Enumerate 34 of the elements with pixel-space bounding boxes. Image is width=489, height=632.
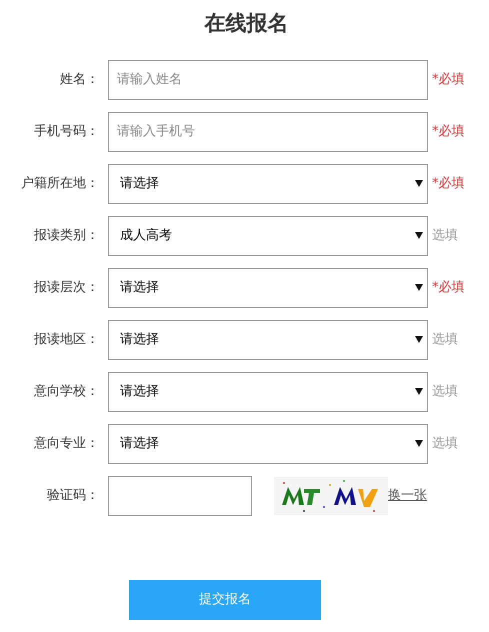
select-field[interactable]: 请选择 [108,268,428,308]
dropdown-arrow-icon [415,180,423,187]
field-hint: 选填 [432,434,458,453]
select-field[interactable]: 请选择 [108,372,428,412]
field-label: 报读类别： [34,226,99,245]
field-label: 验证码： [47,486,99,505]
dropdown-arrow-icon [415,336,423,343]
input-field[interactable] [108,476,252,516]
select-field[interactable]: 请选择 [108,320,428,360]
select-field[interactable]: 成人高考 [108,216,428,256]
field-label: 报读层次： [34,278,99,297]
input-field[interactable]: 请输入姓名 [108,60,428,100]
field-label: 户籍所在地： [21,174,99,193]
field-hint: *必填 [432,278,464,297]
field-hint: *必填 [432,174,464,193]
field-label: 姓名： [60,70,99,89]
input-field[interactable]: 请输入手机号 [108,112,428,152]
field-hint: 选填 [432,382,458,401]
field-hint: *必填 [432,70,464,89]
select-field[interactable]: 请选择 [108,424,428,464]
dropdown-arrow-icon [415,232,423,239]
refresh-captcha-link[interactable]: 换一张 [388,486,427,506]
select-field[interactable]: 请选择 [108,164,428,204]
field-label: 报读地区： [34,330,99,349]
field-label: 意向学校： [34,382,99,401]
field-hint: 选填 [432,226,458,245]
field-hint: *必填 [432,122,464,141]
field-label: 手机号码： [34,122,99,141]
field-hint: 选填 [432,330,458,349]
dropdown-arrow-icon [415,388,423,395]
form-title: 在线报名 [204,10,288,37]
dropdown-arrow-icon [415,440,423,447]
field-label: 意向专业： [34,434,99,453]
dropdown-arrow-icon [415,284,423,291]
